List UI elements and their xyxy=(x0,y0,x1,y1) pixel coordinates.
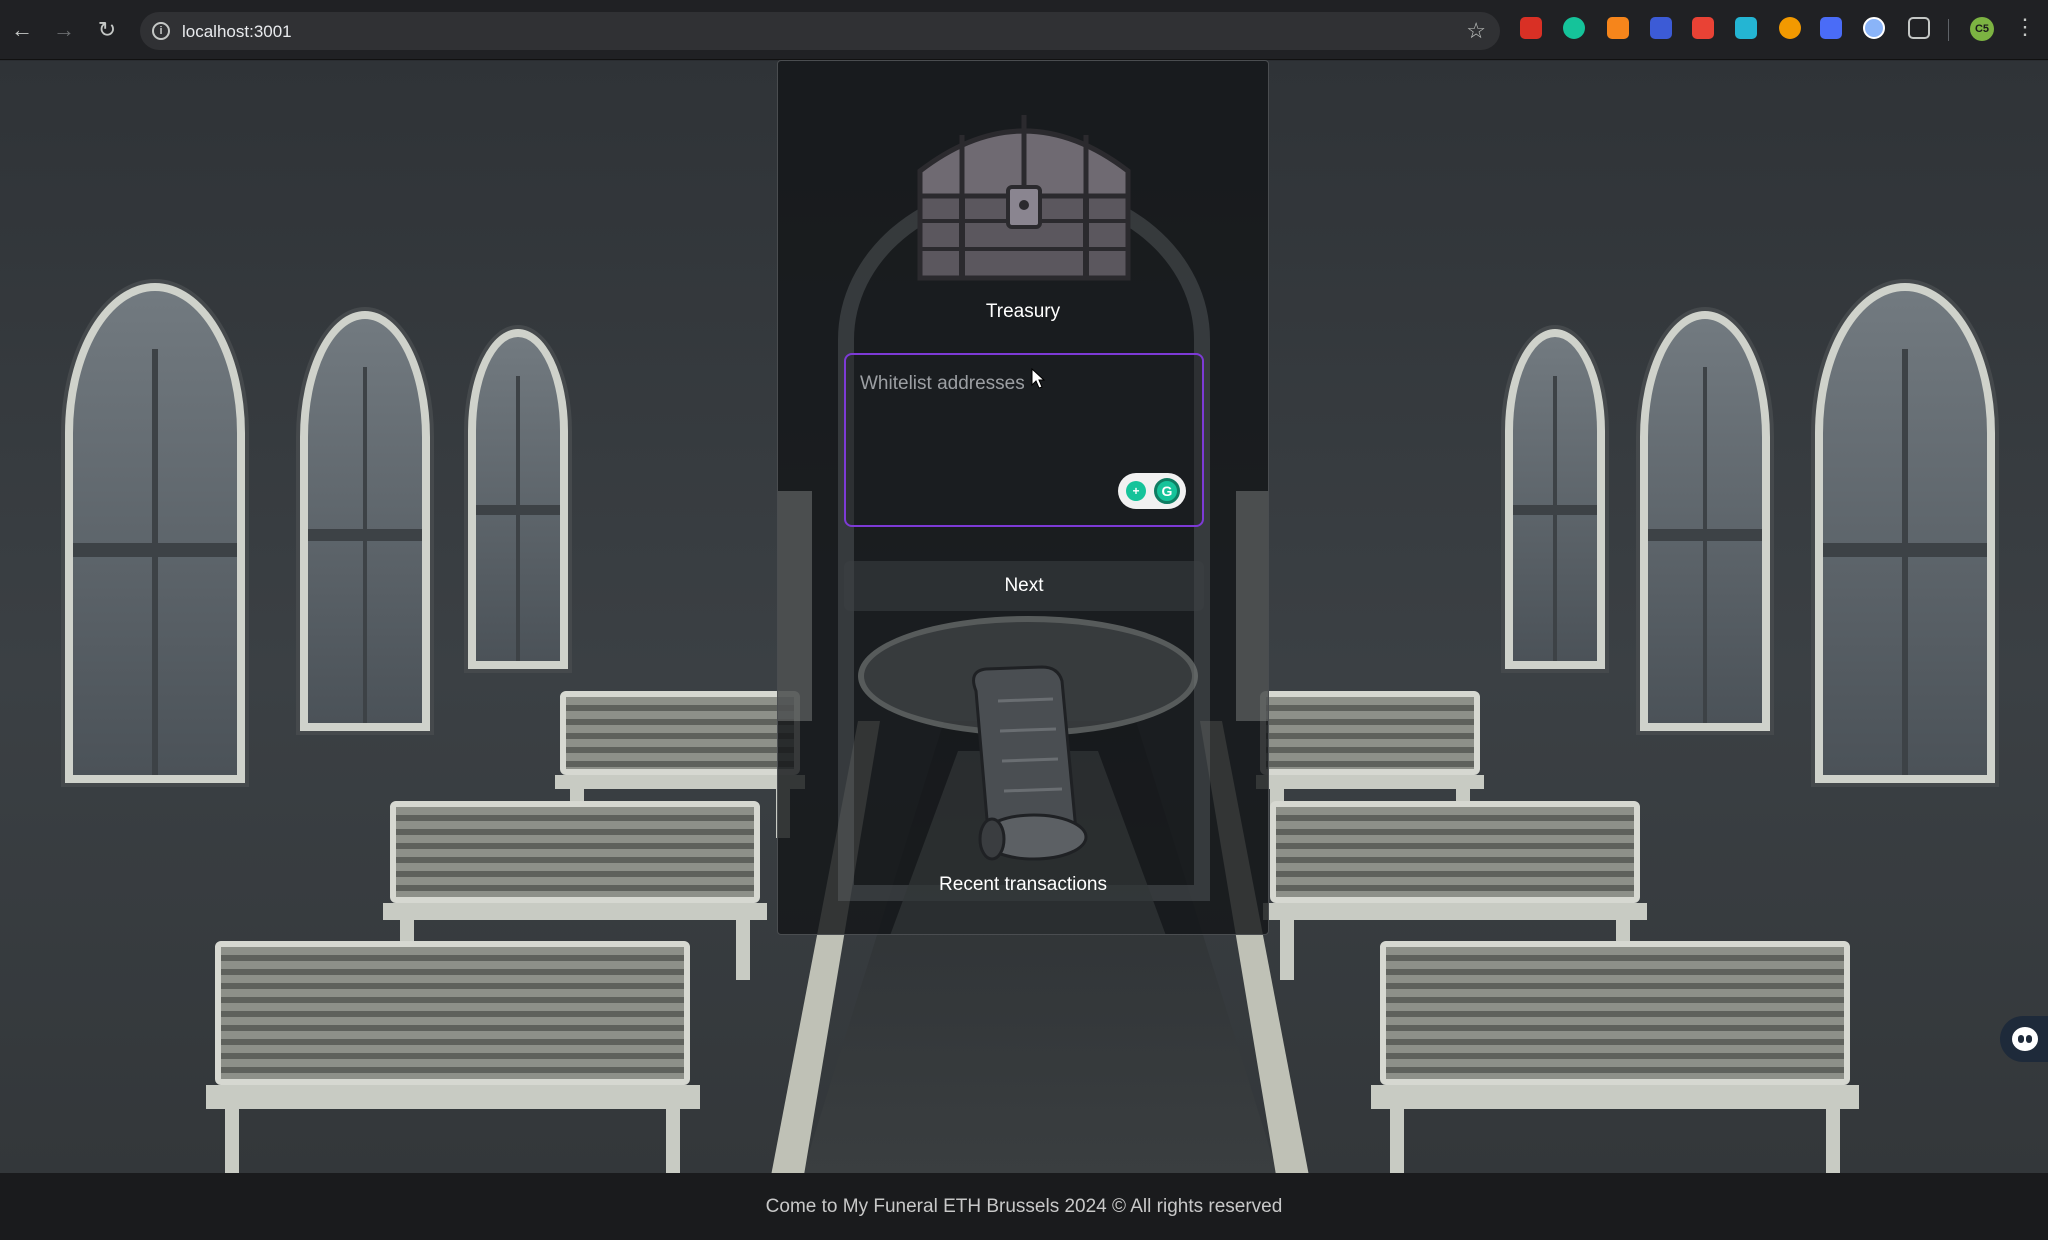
pillar xyxy=(1236,491,1268,721)
stained-window xyxy=(1815,283,1995,783)
flame-extension-icon[interactable] xyxy=(1779,17,1801,39)
metamask-extension-icon[interactable] xyxy=(1607,17,1629,39)
chat-assistant-button[interactable] xyxy=(2000,1016,2048,1062)
stained-window xyxy=(65,283,245,783)
footer-copyright: Come to My Funeral ETH Brussels 2024 © A… xyxy=(765,1196,1283,1217)
gift-extension-icon[interactable] xyxy=(1520,17,1542,39)
grammarly-suggestion-icon[interactable]: + xyxy=(1126,481,1146,501)
stained-window xyxy=(1505,329,1605,669)
wallet-extension-icon[interactable] xyxy=(1863,17,1885,39)
address-bar[interactable]: i localhost:3001 ☆ xyxy=(140,12,1500,50)
site-info-icon[interactable]: i xyxy=(152,22,170,40)
forward-arrow-icon[interactable]: → xyxy=(50,16,78,44)
pillar xyxy=(778,491,812,721)
bookmark-star-icon[interactable]: ☆ xyxy=(1466,18,1486,44)
next-button[interactable]: Next xyxy=(844,561,1204,611)
toolbar-divider xyxy=(1948,19,1949,41)
mouse-cursor-icon xyxy=(1031,368,1045,389)
kebab-menu-icon[interactable]: ⋮ xyxy=(2014,14,2036,40)
rainbow-extension-icon[interactable] xyxy=(1820,17,1842,39)
profile-avatar[interactable]: C5 xyxy=(1970,17,1994,41)
scroll-icon[interactable] xyxy=(958,661,1098,871)
back-arrow-icon[interactable]: ← xyxy=(8,16,36,44)
address-bar-url: localhost:3001 xyxy=(182,22,292,41)
bot-face-icon xyxy=(2012,1027,2038,1051)
treasury-label[interactable]: Treasury xyxy=(778,301,1268,323)
recent-transactions-label[interactable]: Recent transactions xyxy=(778,874,1268,896)
treasure-chest-icon[interactable] xyxy=(902,101,1146,291)
grammarly-logo-icon[interactable]: G xyxy=(1154,478,1180,504)
puzzle-extension-icon[interactable] xyxy=(1908,17,1930,39)
stained-window xyxy=(300,311,430,731)
grammarly-extension-icon[interactable] xyxy=(1563,17,1585,39)
pew xyxy=(205,941,700,1173)
colorzilla-extension-icon[interactable] xyxy=(1692,17,1714,39)
footer: Come to My Funeral ETH Brussels 2024 © A… xyxy=(0,1173,2048,1240)
stained-window xyxy=(1640,311,1770,731)
reload-icon[interactable]: ↻ xyxy=(93,16,121,44)
pew xyxy=(1370,941,1860,1173)
target-extension-icon[interactable] xyxy=(1735,17,1757,39)
treasury-panel: Treasury + G Next Recent transactions xyxy=(777,60,1269,935)
grammarly-widget[interactable]: + G xyxy=(1118,473,1186,509)
shield-extension-icon[interactable] xyxy=(1650,17,1672,39)
browser-toolbar: ← → ↻ i localhost:3001 ☆ C5 ⋮ xyxy=(0,0,2048,60)
stained-window xyxy=(468,329,568,669)
